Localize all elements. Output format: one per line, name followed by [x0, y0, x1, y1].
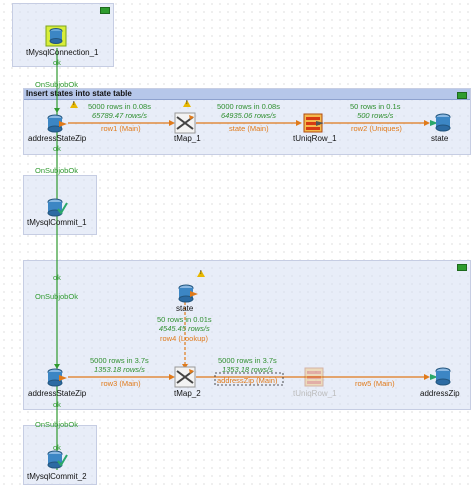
flow3-name[interactable]: row2 (Uniques) [351, 124, 402, 133]
trigger-onsubjobok-label: OnSubjobOk [35, 420, 78, 429]
flow5-name[interactable]: row3 (Main) [101, 379, 141, 388]
database-input-icon [178, 284, 198, 303]
state-output-label-1: state [431, 134, 449, 143]
mysql-commit-icon [47, 198, 68, 217]
trigger-onsubjobok-label: OnSubjobOk [35, 166, 78, 175]
flow6-stats: 5000 rows in 3.7s 1353.18 rows/s [218, 356, 277, 374]
tuniqrow1-label: tUniqRow_1 [293, 134, 337, 143]
flow4-stats: 50 rows in 0.01s 4545.45 rows/s [157, 315, 212, 333]
flow6-rate: 1353.18 rows/s [221, 365, 273, 374]
flow2-rate: 64935.06 rows/s [220, 111, 276, 120]
tmysqlcommit1-label: tMysqlCommit_1 [27, 218, 87, 227]
flow5-rows: 5000 rows in 3.7s [90, 356, 149, 365]
tuniqrow-disabled-label: tUniqRow_1 [293, 389, 337, 398]
flow3-rows: 50 rows in 0.1s [350, 102, 401, 111]
trigger-ok-label: ok [53, 443, 61, 452]
unique-rows-icon [303, 113, 324, 133]
tmap1-label: tMap_1 [174, 134, 201, 143]
tmap-icon [174, 112, 196, 134]
tmap2-label: tMap_2 [174, 389, 201, 398]
connection-wires [54, 48, 430, 470]
tmysqlconnection-component[interactable] [45, 25, 69, 47]
database-output-icon [430, 367, 451, 386]
flow6-name[interactable]: addressZip (Main) [217, 376, 277, 385]
tuniqrow1-component[interactable] [302, 112, 326, 134]
flow4-name[interactable]: row4 (Lookup) [160, 334, 208, 343]
flow1-rate: 65789.47 rows/s [91, 111, 147, 120]
trigger-onsubjobok-label: OnSubjobOk [35, 292, 78, 301]
flow7-name[interactable]: row5 (Main) [355, 379, 395, 388]
trigger-ok-label: ok [53, 144, 61, 153]
address-state-zip-label-2: addressStateZip [28, 389, 87, 398]
unique-rows-icon [304, 367, 324, 387]
flow5-stats: 5000 rows in 3.7s 1353.18 rows/s [90, 356, 149, 374]
state-output-component-1[interactable] [430, 112, 454, 134]
database-input-icon [47, 368, 67, 387]
tmysqlcommit2-label: tMysqlCommit_2 [27, 472, 87, 481]
tmysqlconnection-label: tMysqlConnection_1 [26, 48, 99, 57]
tuniqrow-disabled-component[interactable] [303, 366, 327, 388]
flow6-rows: 5000 rows in 3.7s [218, 356, 277, 365]
flow2-rows: 5000 rows in 0.08s [217, 102, 280, 111]
mysql-connection-icon [45, 25, 67, 47]
flow2-name[interactable]: state (Main) [229, 124, 269, 133]
flow4-rows: 50 rows in 0.01s [157, 315, 212, 324]
state-lookup-component[interactable] [176, 283, 200, 305]
flow1-stats: 5000 rows in 0.08s 65789.47 rows/s [88, 102, 151, 120]
tmap1-component[interactable] [174, 112, 198, 134]
flow4-rate: 4545.45 rows/s [158, 324, 210, 333]
flow1-rows: 5000 rows in 0.08s [88, 102, 151, 111]
address-state-zip-label-1: addressStateZip [28, 134, 87, 143]
address-state-zip-component-1[interactable] [45, 113, 69, 135]
warning-icon: ! [197, 270, 205, 277]
tmysqlcommit2-component[interactable] [45, 449, 69, 471]
flow3-stats: 50 rows in 0.1s 500 rows/s [350, 102, 400, 120]
tmysqlcommit1-component[interactable] [45, 197, 69, 219]
trigger-onsubjobok-label: OnSubjobOk [35, 80, 78, 89]
tmap2-component[interactable] [174, 366, 198, 388]
trigger-ok-label: ok [53, 400, 61, 409]
database-input-icon [47, 114, 67, 133]
warning-icon: ! [183, 100, 191, 107]
state-lookup-label: state [176, 304, 194, 313]
address-state-zip-component-2[interactable] [45, 367, 69, 389]
trigger-ok-label: ok [53, 273, 61, 282]
mysql-commit-icon [47, 450, 68, 469]
tmap-icon [174, 366, 196, 388]
address-zip-output-label: addressZip [420, 389, 460, 398]
flow5-rate: 1353.18 rows/s [93, 365, 145, 374]
flow1-name[interactable]: row1 (Main) [101, 124, 141, 133]
warning-icon: ! [70, 101, 78, 108]
trigger-ok-label: ok [53, 58, 61, 67]
flow3-rate: 500 rows/s [357, 111, 394, 120]
database-output-icon [430, 113, 451, 132]
flow2-stats: 5000 rows in 0.08s 64935.06 rows/s [217, 102, 280, 120]
address-zip-output-component[interactable] [430, 366, 454, 388]
